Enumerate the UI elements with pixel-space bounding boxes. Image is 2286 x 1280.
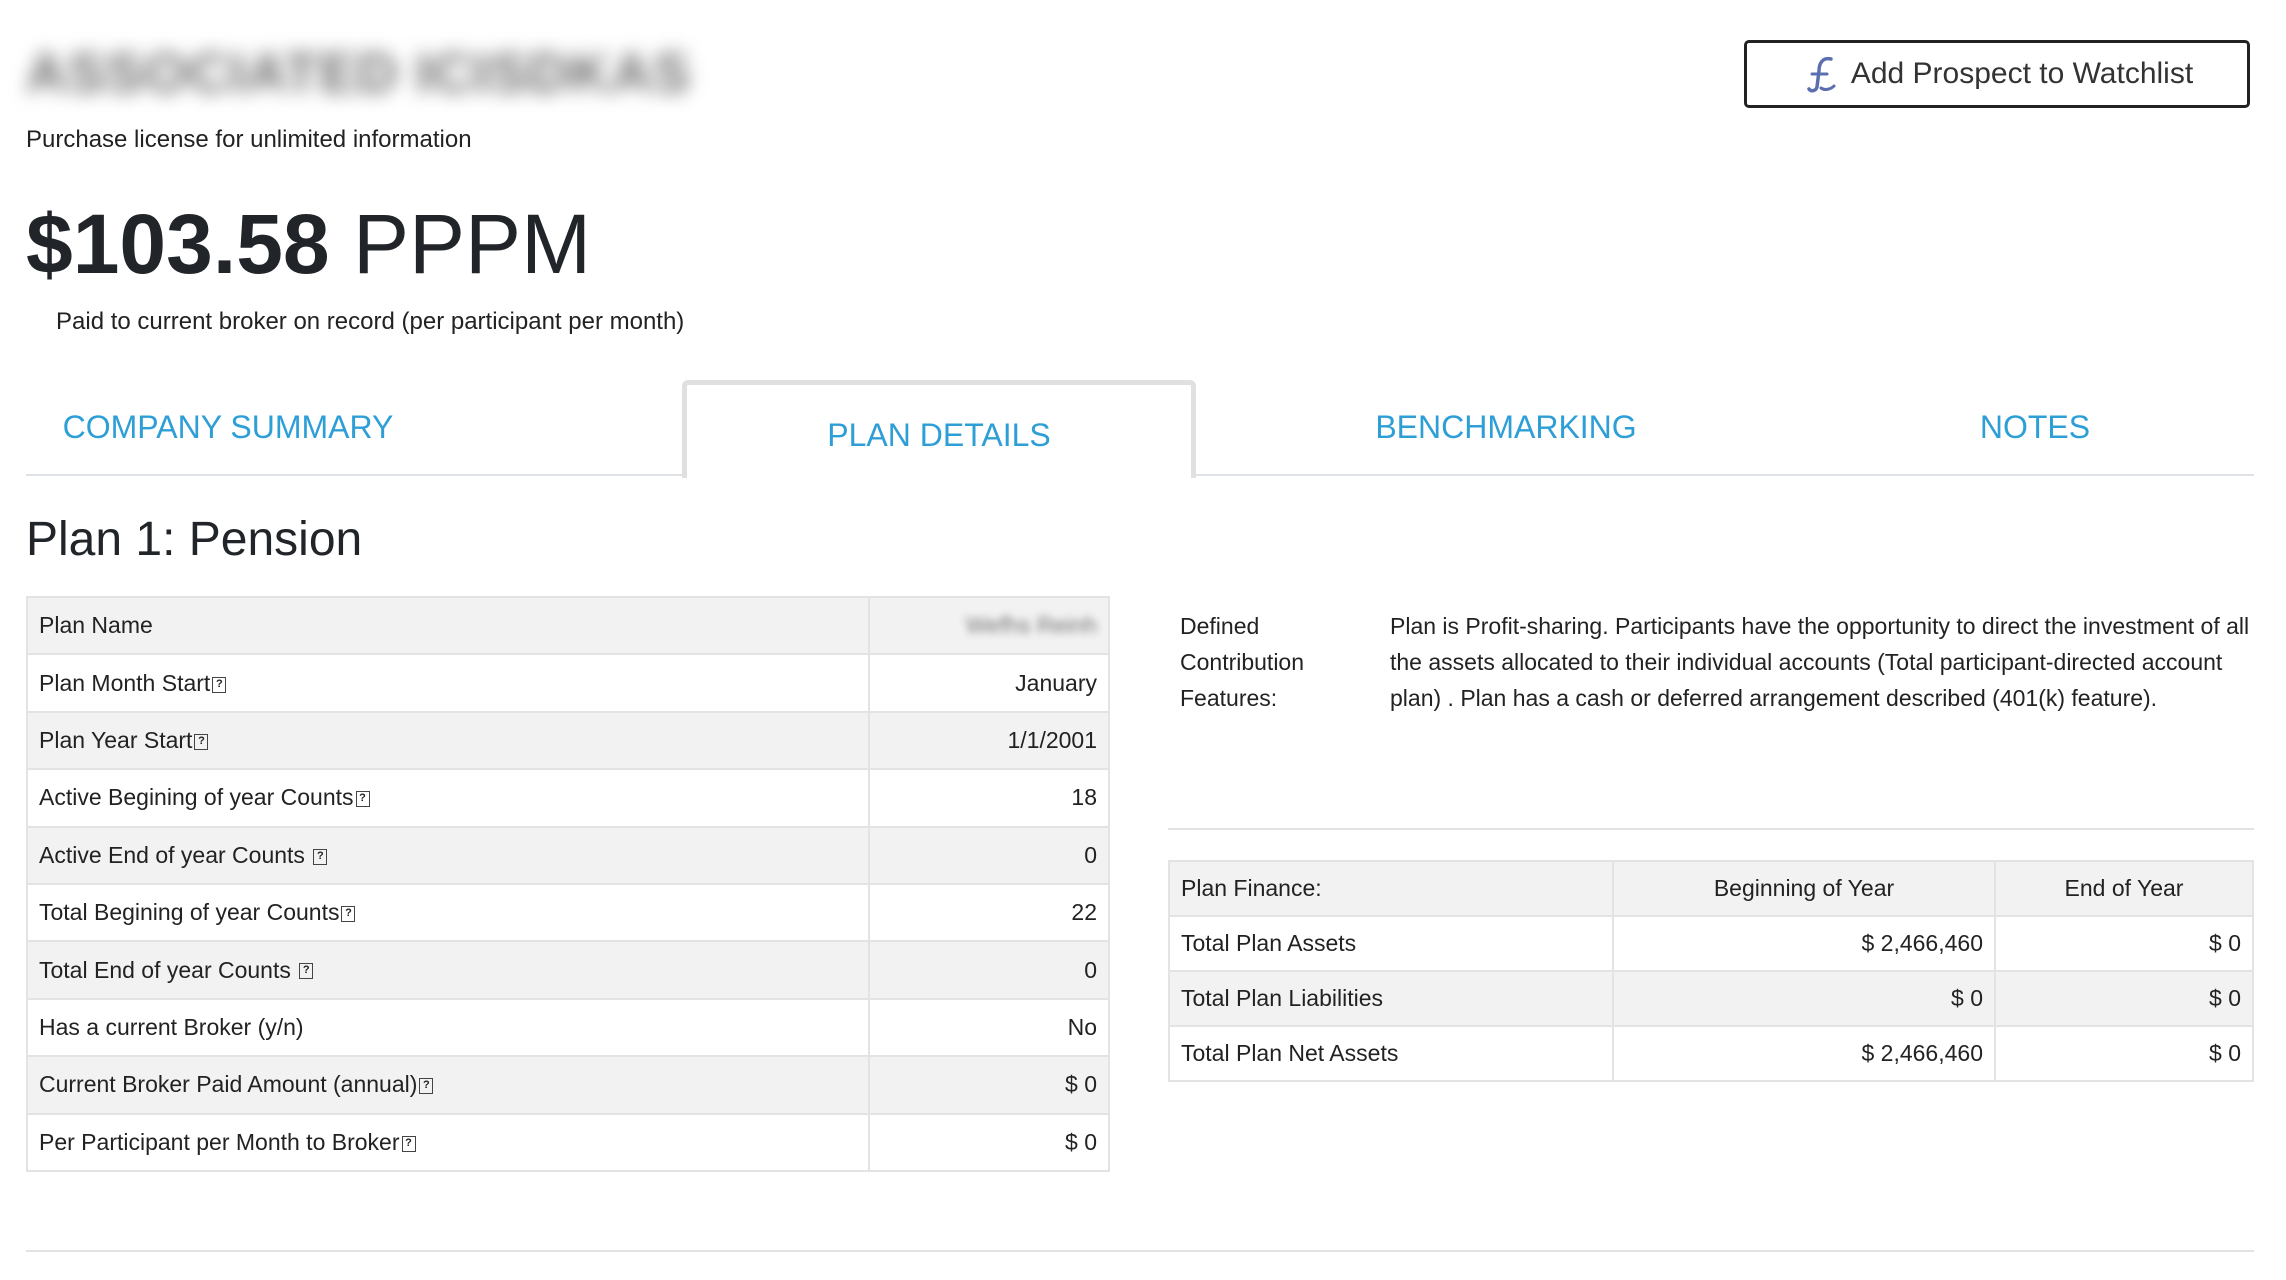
table-row: Total Plan Assets $ 2,466,460 $ 0 [1168,915,2254,972]
row-value-pppm-broker: $ 0 [1065,1128,1097,1155]
tab-benchmarking[interactable]: BENCHMARKING [1196,380,1816,474]
finance-header-begin: Beginning of Year [1612,860,1996,917]
plan-finance-table: Plan Finance: Beginning of Year End of Y… [1168,860,2254,1082]
finance-row-end: $ 0 [1994,1025,2254,1082]
row-label-total-end-count: Total End of year Counts [39,956,298,983]
finance-row-label: Total Plan Assets [1168,915,1614,972]
plan-details-table: Plan Name Wefhs Reinh Plan Month Start? … [26,595,1110,1172]
row-label-plan-name: Plan Name [39,612,153,639]
table-row: Plan Year Start? 1/1/2001 [26,710,1110,771]
row-label-active-end-count: Active End of year Counts [39,841,312,868]
dc-features-block: Defined Contribution Features: Plan is P… [1168,596,2254,830]
table-row: Total Plan Net Assets $ 2,466,460 $ 0 [1168,1025,2254,1082]
row-label-plan-month-start: Plan Month Start [39,669,211,696]
watchlist-script-icon [1807,56,1836,93]
finance-row-label: Total Plan Net Assets [1168,1025,1614,1082]
tab-company-summary[interactable]: COMPANY SUMMARY [26,380,430,474]
row-value-broker-paid-annual: $ 0 [1065,1071,1097,1098]
plan-title: Plan 1: Pension [26,513,363,566]
table-row: Current Broker Paid Amount (annual)? $ 0 [26,1055,1110,1115]
table-row: Plan Name Wefhs Reinh [26,595,1110,656]
tab-bar: COMPANY SUMMARY PLAN DETAILS BENCHMARKIN… [26,380,2254,478]
tab-notes[interactable]: NOTES [1816,380,2254,474]
help-icon[interactable]: ? [355,791,370,808]
table-row: Per Participant per Month to Broker? $ 0 [26,1112,1110,1172]
help-icon[interactable]: ? [299,963,314,980]
table-header-row: Plan Finance: Beginning of Year End of Y… [1168,860,2254,917]
pppm-amount: $103.58 [26,197,330,291]
section-divider [26,1250,2254,1252]
table-row: Plan Month Start? January [26,653,1110,713]
pppm-note: Paid to current broker on record (per pa… [56,308,685,335]
company-name: ASSOCIATED ICISDKAS [26,41,692,104]
finance-header-label: Plan Finance: [1168,860,1614,917]
table-row: Active Begining of year Counts? 18 [26,768,1110,828]
row-value-has-broker: No [1067,1013,1097,1040]
row-value-plan-year-start: 1/1/2001 [1007,726,1097,753]
row-label-has-broker: Has a current Broker (y/n) [39,1013,304,1040]
row-value-plan-month-start: January [1015,669,1097,696]
table-row: Total End of year Counts ? 0 [26,940,1110,1000]
row-label-plan-year-start: Plan Year Start [39,726,193,753]
row-value-total-end-count: 0 [1084,956,1097,983]
dc-features-text: Plan is Profit-sharing. Participants hav… [1390,613,2250,711]
help-icon[interactable]: ? [212,676,227,693]
finance-row-label: Total Plan Liabilities [1168,970,1614,1027]
pppm-unit: PPPM [352,197,592,291]
table-row: Total Begining of year Counts? 22 [26,882,1110,943]
row-label-active-begin-count: Active Begining of year Counts [39,784,354,811]
finance-row-end: $ 0 [1994,915,2254,972]
finance-row-begin: $ 2,466,460 [1612,915,1996,972]
finance-row-end: $ 0 [1994,970,2254,1027]
help-icon[interactable]: ? [341,906,356,923]
add-to-watchlist-button[interactable]: Add Prospect to Watchlist [1744,40,2250,108]
row-label-broker-paid-annual: Current Broker Paid Amount (annual) [39,1071,418,1098]
row-value-total-begin-count: 22 [1071,899,1097,926]
help-icon[interactable]: ? [194,733,209,750]
row-label-total-begin-count: Total Begining of year Counts [39,899,340,926]
finance-row-begin: $ 0 [1612,970,1996,1027]
table-row: Active End of year Counts ? 0 [26,825,1110,885]
tab-plan-details[interactable]: PLAN DETAILS [682,380,1196,478]
row-value-active-begin-count: 18 [1071,784,1097,811]
table-row: Has a current Broker (y/n) No [26,997,1110,1058]
help-icon[interactable]: ? [419,1078,434,1095]
row-value-plan-name: Wefhs Reinh [965,612,1097,639]
row-value-active-end-count: 0 [1084,841,1097,868]
help-icon[interactable]: ? [313,848,328,865]
purchase-license-note: Purchase license for unlimited informati… [26,126,472,153]
table-row: Total Plan Liabilities $ 0 $ 0 [1168,970,2254,1027]
dc-features-label: Defined Contribution Features: [1180,613,1305,711]
pppm-figure: $103.58 PPPM [26,196,591,292]
finance-row-begin: $ 2,466,460 [1612,1025,1996,1082]
watchlist-button-label: Add Prospect to Watchlist [1850,57,2194,90]
help-icon[interactable]: ? [401,1135,416,1152]
row-label-pppm-broker: Per Participant per Month to Broker [39,1128,400,1155]
finance-header-end: End of Year [1994,860,2254,917]
